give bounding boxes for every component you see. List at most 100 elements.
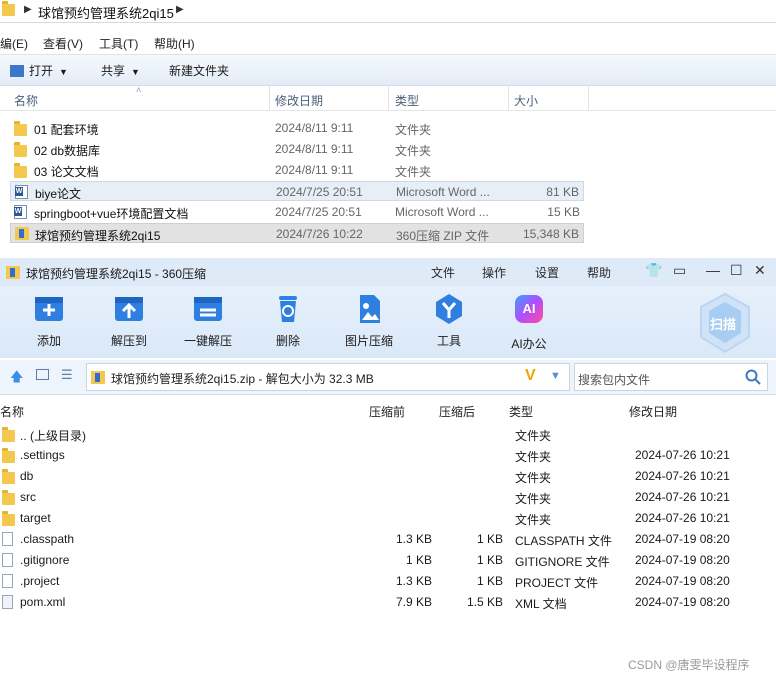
column-type[interactable]: 类型 [509, 403, 533, 420]
zip-list-item[interactable]: .project 1.3 KB 1 KB PROJECT 文件 2024-07-19 0… [0, 571, 776, 592]
zip-list-item[interactable]: target 文件夹 2024-07-26 10:21 [0, 508, 776, 529]
feedback-icon[interactable]: ▭ [673, 262, 686, 279]
skin-icon[interactable]: 👕 [645, 262, 662, 279]
folder-icon [14, 121, 27, 136]
add-icon [32, 292, 66, 326]
v-badge-icon[interactable]: V [525, 367, 536, 385]
column-size[interactable]: 大小 [514, 92, 538, 109]
thumbnail-view-icon[interactable] [36, 369, 49, 380]
folder-icon [14, 142, 27, 157]
file-row[interactable]: biye论文 2024/7/25 20:51 Microsoft Word ..… [10, 181, 584, 201]
list-view-icon[interactable]: ☰ [61, 367, 73, 383]
menu-settings[interactable]: 设置 [535, 264, 559, 281]
zip-list-item[interactable]: .settings 文件夹 2024-07-26 10:21 [0, 445, 776, 466]
column-compressed-after[interactable]: 压缩后 [439, 403, 475, 420]
column-header: 名称 ˄ 修改日期 类型 大小 [0, 85, 776, 111]
delete-button[interactable]: 删除 [253, 292, 323, 349]
zip-file-icon [6, 266, 20, 279]
extract-to-button[interactable]: 解压到 [94, 292, 164, 349]
image-compress-button[interactable]: 图片压缩 [334, 292, 404, 349]
zip-list-item[interactable]: .. (上级目录) 文件夹 [0, 424, 776, 445]
zip-list-item[interactable]: pom.xml 7.9 KB 1.5 KB XML 文档 2024-07-19 08:2… [0, 592, 776, 613]
column-date[interactable]: 修改日期 [629, 403, 677, 420]
chevron-right-icon[interactable]: ▶ [176, 4, 184, 15]
folder-icon [2, 490, 15, 505]
menu-help[interactable]: 帮助(H) [154, 35, 195, 52]
menu-bar: 编(E) 查看(V) 工具(T) 帮助(H) [0, 31, 776, 53]
folder-icon [14, 163, 27, 178]
xml-file-icon [2, 595, 13, 609]
column-compressed-before[interactable]: 压缩前 [369, 403, 405, 420]
menu-file[interactable]: 文件 [431, 264, 455, 281]
folder-icon [2, 469, 15, 484]
watermark: CSDN @唐雯毕设程序 [628, 658, 750, 672]
file-row[interactable]: 02 db数据库 2024/8/11 9:11 文件夹 [10, 139, 584, 159]
address-bar[interactable]: ▶ 球馆预约管理系统2qi15 ▶ [0, 0, 776, 23]
zip-list-item[interactable]: .classpath 1.3 KB 1 KB CLASSPATH 文件 2024-07-… [0, 529, 776, 550]
delete-icon [271, 292, 305, 326]
file-row[interactable]: 01 配套环境 2024/8/11 9:11 文件夹 [10, 118, 584, 138]
zip-toolbar: 添加 解压到 一键解压 删除 图片压缩 工具 AI AI办公 扫描 [0, 286, 776, 358]
menu-tools[interactable]: 工具(T) [99, 35, 138, 52]
sort-up-icon: ˄ [136, 85, 142, 95]
one-click-extract-button[interactable]: 一键解压 [173, 292, 243, 349]
open-icon [10, 65, 24, 77]
menu-help[interactable]: 帮助 [587, 264, 611, 281]
zip-list-item[interactable]: .gitignore 1 KB 1 KB GITIGNORE 文件 2024-07-19… [0, 550, 776, 571]
close-icon[interactable]: ✕ [754, 262, 766, 279]
path-bar: 🡅 ☰ 球馆预约管理系统2qi15.zip - 解包大小为 32.3 MB V … [0, 360, 776, 395]
ai-office-icon: AI [512, 295, 546, 329]
folder-icon [2, 511, 15, 526]
open-button[interactable]: 打开 ▼ [10, 62, 68, 79]
file-row[interactable]: springboot+vue环境配置文档 2024/7/25 20:51 Mic… [10, 202, 584, 222]
zip-window: 球馆预约管理系统2qi15 - 360压缩 文件 操作 设置 帮助 👕 ▭ — … [0, 258, 776, 678]
zip-column-header: 名称 压缩前 压缩后 类型 修改日期 [0, 400, 776, 420]
zip-list-item[interactable]: db 文件夹 2024-07-26 10:21 [0, 466, 776, 487]
minimize-icon[interactable]: — [706, 262, 720, 278]
up-arrow-icon[interactable]: 🡅 [10, 368, 23, 390]
scan-button[interactable]: 扫描 [697, 292, 753, 354]
file-row[interactable]: 03 论文文档 2024/8/11 9:11 文件夹 [10, 160, 584, 180]
share-button[interactable]: 共享 ▼ [101, 62, 140, 79]
word-doc-icon [14, 205, 27, 219]
chevron-down-icon: ▼ [59, 67, 68, 77]
tools-button[interactable]: 工具 [414, 292, 484, 349]
column-type[interactable]: 类型 [395, 92, 419, 109]
tools-icon [432, 292, 466, 326]
chevron-right-icon[interactable]: ▶ [24, 4, 32, 15]
path-field[interactable]: 球馆预约管理系统2qi15.zip - 解包大小为 32.3 MB V ▼ [86, 363, 570, 391]
add-button[interactable]: 添加 [14, 292, 84, 349]
chevron-down-icon[interactable]: ▼ [550, 370, 561, 382]
folder-icon [2, 448, 15, 463]
one-click-extract-icon [191, 292, 225, 326]
folder-icon [2, 1, 15, 16]
zip-file-icon [15, 227, 29, 240]
menu-edit[interactable]: 编(E) [0, 35, 28, 52]
command-bar: 打开 ▼ 共享 ▼ 新建文件夹 [0, 54, 776, 86]
maximize-icon[interactable]: ☐ [730, 262, 743, 279]
column-name[interactable]: 名称 [0, 403, 24, 420]
file-explorer-window: ▶ 球馆预约管理系统2qi15 ▶ 编(E) 查看(V) 工具(T) 帮助(H)… [0, 0, 776, 256]
word-doc-icon [15, 185, 28, 199]
extract-to-icon [112, 292, 146, 326]
menu-view[interactable]: 查看(V) [43, 35, 83, 52]
image-compress-icon [352, 292, 386, 326]
zip-file-icon [91, 371, 105, 384]
new-folder-button[interactable]: 新建文件夹 [169, 62, 229, 79]
column-date[interactable]: 修改日期 [275, 92, 323, 109]
search-field[interactable]: 搜索包内文件 [574, 363, 768, 391]
menu-operation[interactable]: 操作 [482, 264, 506, 281]
ai-office-button[interactable]: AI AI办公 [494, 292, 564, 352]
file-icon [2, 574, 13, 588]
search-input[interactable]: 搜索包内文件 [578, 371, 650, 388]
zip-title-bar: 球馆预约管理系统2qi15 - 360压缩 文件 操作 设置 帮助 👕 ▭ — … [0, 258, 776, 286]
chevron-down-icon: ▼ [131, 67, 140, 77]
search-icon[interactable] [745, 369, 761, 385]
file-icon [2, 553, 13, 567]
breadcrumb[interactable]: 球馆预约管理系统2qi15 [38, 3, 174, 22]
file-row-selected[interactable]: 球馆预约管理系统2qi15 2024/7/26 10:22 360压缩 ZIP … [10, 223, 584, 243]
folder-icon [2, 427, 15, 442]
zip-list-item[interactable]: src 文件夹 2024-07-26 10:21 [0, 487, 776, 508]
column-name[interactable]: 名称 [14, 92, 38, 109]
file-icon [2, 532, 13, 546]
